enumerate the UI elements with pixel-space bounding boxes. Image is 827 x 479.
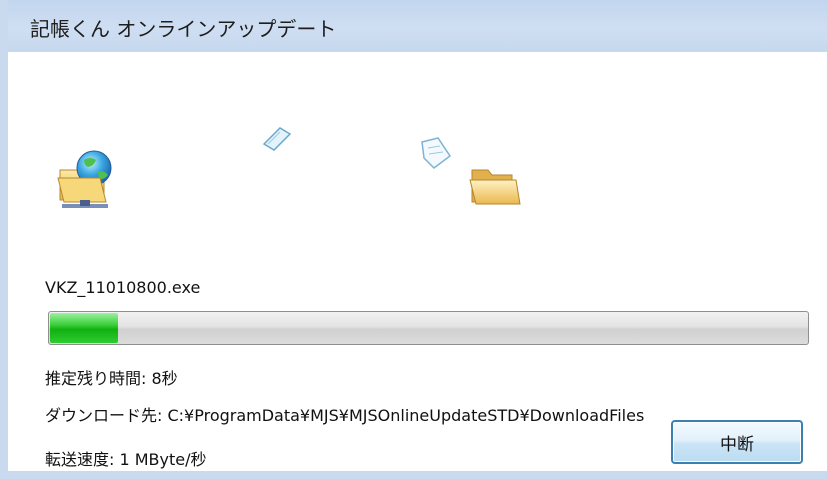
- title-bar[interactable]: 記帳くん オンラインアップデート: [8, 0, 827, 52]
- paper-icon: [262, 127, 292, 151]
- progress-fill: [50, 313, 118, 343]
- download-progress-bar: [48, 311, 809, 345]
- globe-folder-icon: [57, 150, 112, 208]
- transfer-speed: 転送速度: 1 MByte/秒: [45, 450, 207, 469]
- remaining-time: 推定残り時間: 8秒: [45, 369, 178, 388]
- paper-icon: [421, 137, 452, 169]
- download-window: 記帳くん オンラインアップデート VKZ_11010800.exe 推定残り時間…: [0, 0, 827, 479]
- file-name: VKZ_11010800.exe: [45, 278, 201, 297]
- folder-icon: [469, 169, 521, 205]
- cancel-button[interactable]: 中断: [671, 420, 803, 464]
- download-destination: ダウンロード先: C:¥ProgramData¥MJS¥MJSOnlineUpd…: [45, 406, 645, 425]
- dialog-content: VKZ_11010800.exe 推定残り時間: 8秒 ダウンロード先: C:¥…: [16, 52, 827, 471]
- window-title: 記帳くん オンラインアップデート: [30, 17, 337, 41]
